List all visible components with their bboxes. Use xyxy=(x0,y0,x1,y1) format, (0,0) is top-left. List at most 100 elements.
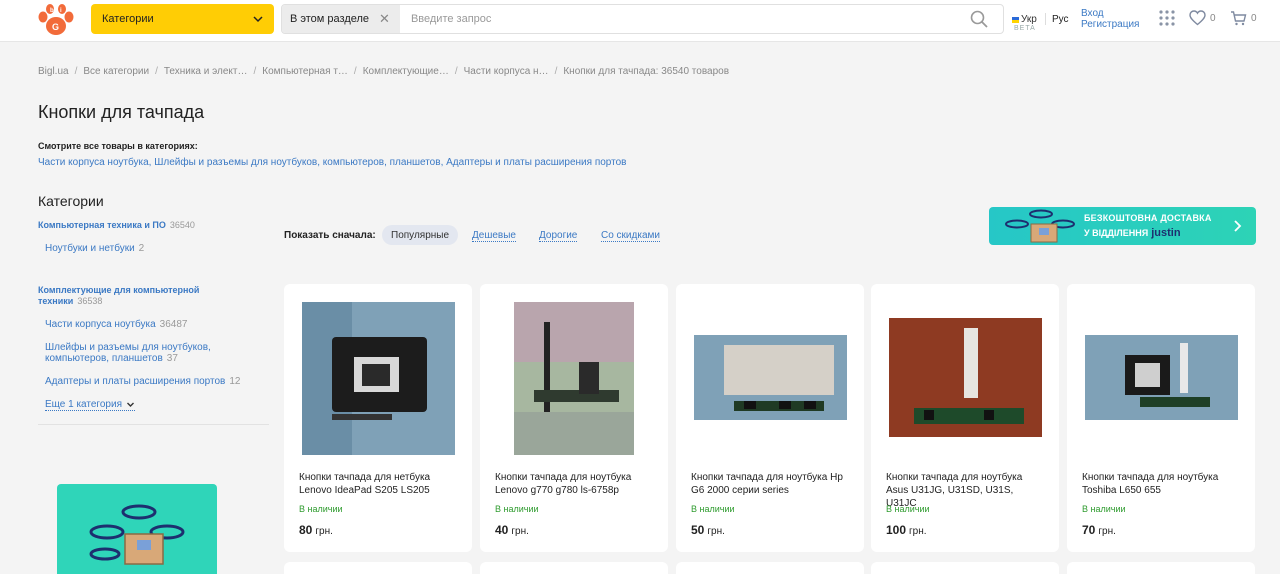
sidebar-group-components: Комплектующие для компьютерной техники 36… xyxy=(38,285,199,307)
price-currency: грн. xyxy=(1098,526,1116,537)
product-name[interactable]: Кнопки тачпада для нетбука Lenovo IdeaPad… xyxy=(299,471,459,497)
see-all-link[interactable]: Части корпуса ноутбука xyxy=(38,157,149,168)
product-name[interactable]: Кнопки тачпада для ноутбука Lenovo g770 g… xyxy=(495,471,655,497)
product-name-line: Кнопки тачпада для ноутбука xyxy=(1082,472,1219,483)
beta-label: BETA xyxy=(1014,25,1036,32)
stock-status: В наличии xyxy=(495,504,539,514)
product-card[interactable]: Кнопки тачпада для ноутбука Hp G6 2000 се… xyxy=(676,284,864,552)
search-scope-label: В этом разделе xyxy=(290,13,370,25)
lang-ukr-link[interactable]: Укр xyxy=(1012,14,1037,25)
sort-discount-link[interactable]: Со скидками xyxy=(601,230,660,242)
breadcrumb-separator: / xyxy=(554,66,558,77)
promo-brand: justin xyxy=(1151,227,1181,239)
sort-cheap-link[interactable]: Дешевые xyxy=(472,230,516,242)
product-photo xyxy=(694,335,847,420)
sidebar-group-label-cont[interactable]: техники xyxy=(38,296,73,306)
categories-button[interactable]: Категории xyxy=(91,4,274,34)
breadcrumb-item[interactable]: Все категории xyxy=(83,66,149,77)
cart-button[interactable]: 0 xyxy=(1230,10,1257,26)
apps-grid-icon[interactable] xyxy=(1159,10,1175,26)
breadcrumb-item[interactable]: Комплектующие… xyxy=(363,66,449,77)
product-name[interactable]: Кнопки тачпада для ноутбука Hp G6 2000 се… xyxy=(691,471,851,497)
promo-line1: БЕЗКОШТОВНА ДОСТАВКА xyxy=(1084,213,1212,223)
search-scope-chip[interactable]: В этом разделе ✕ xyxy=(282,5,400,33)
search-icon[interactable] xyxy=(969,9,989,29)
promo-line2: У ВІДДІЛЕННЯ justin xyxy=(1084,227,1181,239)
favorites-button[interactable]: 0 xyxy=(1189,10,1216,26)
sidebar-group-count: 36540 xyxy=(169,220,195,230)
stock-status: В наличии xyxy=(299,504,343,514)
categories-button-label: Категории xyxy=(102,13,154,25)
drone-icon xyxy=(1005,209,1075,243)
sidebar-item-label-cont: компьютеров, планшетов xyxy=(45,353,163,364)
product-name-line: Toshiba L650 655 xyxy=(1082,485,1161,496)
sidebar-group-label[interactable]: Комплектующие для компьютерной xyxy=(38,285,199,296)
sidebar-item-count: 36487 xyxy=(159,319,188,330)
login-link[interactable]: Вход xyxy=(1081,8,1104,19)
heart-icon xyxy=(1189,10,1206,26)
search-input[interactable] xyxy=(399,5,969,33)
product-name-line: Lenovo g770 g780 ls-6758p xyxy=(495,485,619,496)
see-all-heading: Смотрите все товары в категориях: xyxy=(38,141,198,151)
sidebar-item-adapters[interactable]: Адаптеры и платы расширения портов 12 xyxy=(45,376,240,387)
price-currency: грн. xyxy=(315,526,333,537)
breadcrumb-separator: / xyxy=(253,66,257,77)
header: b i G Категории В этом разделе ✕ Укр BET… xyxy=(0,0,1280,42)
breadcrumb-separator: / xyxy=(353,66,357,77)
product-image[interactable] xyxy=(889,318,1042,437)
favorites-count: 0 xyxy=(1210,12,1216,24)
product-card[interactable]: Кнопки тачпада для ноутбука Asus U31JG, U… xyxy=(871,284,1059,552)
product-card[interactable]: Кнопки тачпада для ноутбука Lenovo g770 g… xyxy=(480,284,668,552)
product-price: 50 грн. xyxy=(691,523,725,537)
product-card[interactable]: Кнопки тачпада для нетбука Lenovo IdeaPad… xyxy=(284,284,472,552)
sidebar-banner[interactable] xyxy=(57,484,217,574)
product-image[interactable] xyxy=(694,335,847,420)
sidebar-item-cables[interactable]: Шлейфы и разъемы для ноутбуков, компьюте… xyxy=(45,342,211,364)
product-name[interactable]: Кнопки тачпада для ноутбука Toshiba L650 … xyxy=(1082,471,1242,497)
product-image[interactable] xyxy=(302,302,455,455)
product-card-partial[interactable] xyxy=(676,562,864,574)
sidebar-item-label: Адаптеры и платы расширения портов xyxy=(45,376,226,387)
sort-popular-button[interactable]: Популярные xyxy=(382,225,459,245)
sidebar-item-label: Шлейфы и разъемы для ноутбуков, xyxy=(45,342,211,353)
product-name-line: Кнопки тачпада для ноутбука Hp xyxy=(691,472,843,483)
product-name-line: Кнопки тачпада для ноутбука xyxy=(495,472,632,483)
product-image[interactable] xyxy=(1085,335,1238,420)
register-link[interactable]: Регистрация xyxy=(1081,19,1139,30)
see-all-links: Части корпуса ноутбука, Шлейфы и разъемы… xyxy=(38,157,626,168)
see-all-link[interactable]: Адаптеры и платы расширения портов xyxy=(446,157,626,168)
product-price: 40 грн. xyxy=(495,523,529,537)
lang-rus-link[interactable]: Рус xyxy=(1052,14,1069,25)
product-card-partial[interactable] xyxy=(480,562,668,574)
product-card[interactable]: Кнопки тачпада для ноутбука Toshiba L650 … xyxy=(1067,284,1255,552)
breadcrumb-separator: / xyxy=(454,66,458,77)
sort-expensive-link[interactable]: Дорогие xyxy=(539,230,578,242)
sidebar-group-computers: Компьютерная техника и ПО 36540 xyxy=(38,220,195,231)
product-card-partial[interactable] xyxy=(284,562,472,574)
paw-logo-icon[interactable]: b i G xyxy=(37,3,75,37)
sidebar-item-count: 2 xyxy=(138,243,145,254)
sidebar-group-label[interactable]: Компьютерная техника и ПО xyxy=(38,220,166,230)
product-name-line: Кнопки тачпада для ноутбука xyxy=(886,472,1023,483)
breadcrumb-item[interactable]: Техника и элект… xyxy=(164,66,248,77)
price-value: 70 xyxy=(1082,523,1096,537)
product-price: 100 грн. xyxy=(886,523,927,537)
price-value: 100 xyxy=(886,523,907,537)
see-all-link[interactable]: Шлейфы и разъемы для ноутбуков, компьюте… xyxy=(154,157,440,168)
stock-status: В наличии xyxy=(691,504,735,514)
price-currency: грн. xyxy=(707,526,725,537)
sidebar-title: Категории xyxy=(38,193,104,209)
more-categories-link[interactable]: Еще 1 категория xyxy=(45,399,135,411)
sidebar-item-laptops[interactable]: Ноутбуки и нетбуки 2 xyxy=(45,243,144,254)
product-card-partial[interactable] xyxy=(871,562,1059,574)
close-icon[interactable]: ✕ xyxy=(379,11,390,27)
product-image[interactable] xyxy=(514,302,634,455)
product-card-partial[interactable] xyxy=(1067,562,1255,574)
ukraine-flag-icon xyxy=(1012,16,1019,23)
breadcrumb-item[interactable]: Bigl.ua xyxy=(38,66,69,77)
sidebar-item-label: Части корпуса ноутбука xyxy=(45,319,156,330)
delivery-promo-banner[interactable]: БЕЗКОШТОВНА ДОСТАВКА У ВІДДІЛЕННЯ justin xyxy=(989,207,1256,245)
sidebar-item-case-parts[interactable]: Части корпуса ноутбука 36487 xyxy=(45,319,187,330)
breadcrumb-item[interactable]: Компьютерная т… xyxy=(262,66,348,77)
breadcrumb-item[interactable]: Части корпуса н… xyxy=(464,66,549,77)
